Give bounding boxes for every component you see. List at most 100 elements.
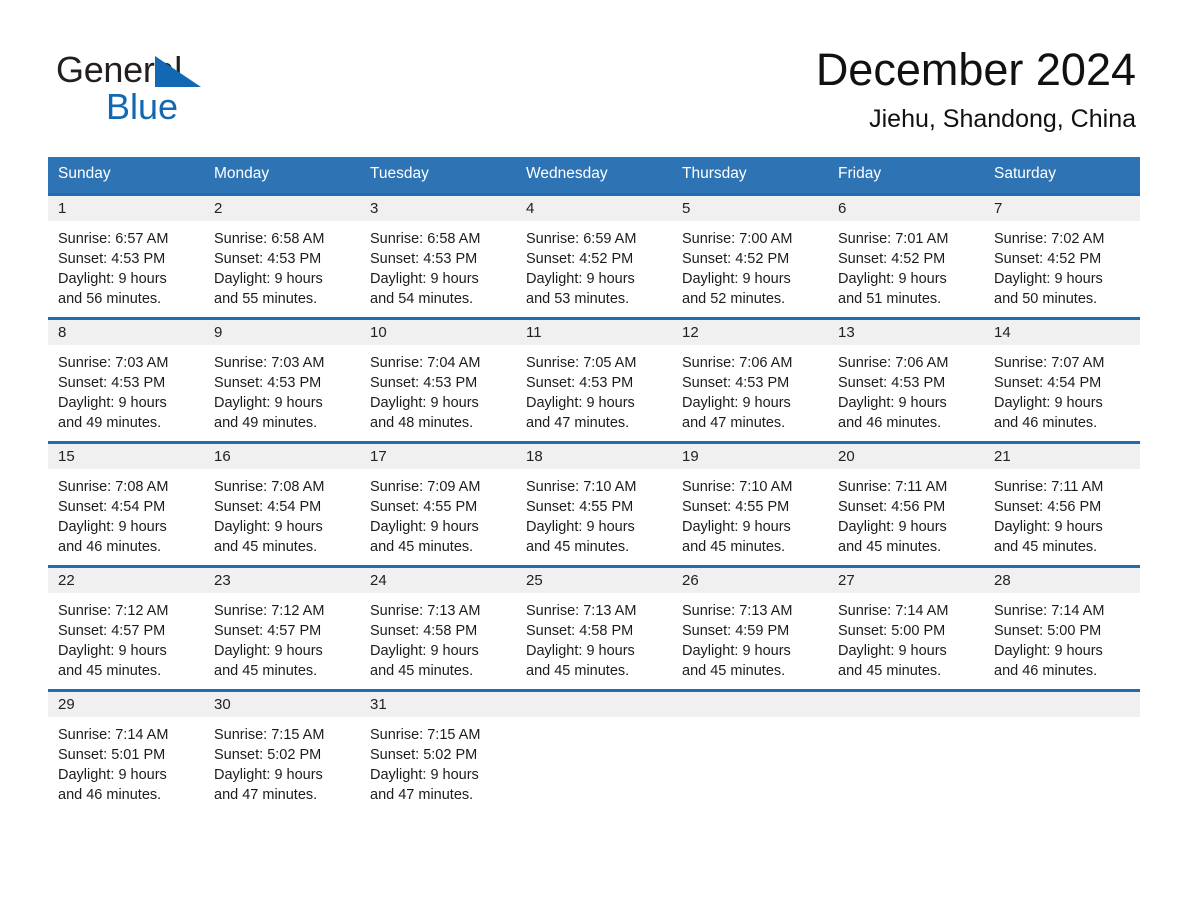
- day-number[interactable]: 29: [48, 692, 204, 717]
- day-cell[interactable]: Sunrise: 7:08 AM Sunset: 4:54 PM Daylight:…: [204, 469, 360, 565]
- day-cell[interactable]: Sunrise: 7:10 AM Sunset: 4:55 PM Daylight:…: [672, 469, 828, 565]
- day-number[interactable]: 18: [516, 444, 672, 469]
- sunrise-text: Sunrise: 7:03 AM: [214, 354, 325, 371]
- day-cell[interactable]: Sunrise: 7:11 AM Sunset: 4:56 PM Daylight:…: [984, 469, 1140, 565]
- day-number[interactable]: 25: [516, 568, 672, 593]
- daylight-text-line1: Daylight: 9 hours: [994, 394, 1103, 411]
- weekday-header-row: Sunday Monday Tuesday Wednesday Thursday…: [48, 157, 1140, 193]
- day-cell[interactable]: Sunrise: 7:10 AM Sunset: 4:55 PM Daylight:…: [516, 469, 672, 565]
- day-cell[interactable]: Sunrise: 7:05 AM Sunset: 4:53 PM Daylight:…: [516, 345, 672, 441]
- day-cell[interactable]: Sunrise: 7:12 AM Sunset: 4:57 PM Daylight:…: [204, 593, 360, 689]
- day-cell[interactable]: Sunrise: 7:15 AM Sunset: 5:02 PM Daylight:…: [204, 717, 360, 817]
- day-number[interactable]: 15: [48, 444, 204, 469]
- day-cell[interactable]: Sunrise: 7:13 AM Sunset: 4:58 PM Daylight:…: [360, 593, 516, 689]
- date-number-band: 1234567: [48, 195, 1140, 221]
- day-number-empty: [516, 692, 672, 717]
- day-cell-empty: [672, 717, 828, 817]
- sunset-text: Sunset: 4:55 PM: [682, 498, 790, 515]
- day-number[interactable]: 4: [516, 196, 672, 221]
- day-cell[interactable]: Sunrise: 7:11 AM Sunset: 4:56 PM Daylight:…: [828, 469, 984, 565]
- daylight-text-line1: Daylight: 9 hours: [58, 394, 167, 411]
- day-number[interactable]: 2: [204, 196, 360, 221]
- day-cell[interactable]: Sunrise: 7:02 AM Sunset: 4:52 PM Daylight:…: [984, 221, 1140, 317]
- daylight-text-line2: and 45 minutes.: [370, 538, 474, 555]
- day-number[interactable]: 17: [360, 444, 516, 469]
- sunset-text: Sunset: 4:52 PM: [526, 250, 634, 267]
- day-cell[interactable]: Sunrise: 7:03 AM Sunset: 4:53 PM Daylight:…: [204, 345, 360, 441]
- day-number[interactable]: 28: [984, 568, 1140, 593]
- day-number[interactable]: 19: [672, 444, 828, 469]
- day-number[interactable]: 7: [984, 196, 1140, 221]
- daylight-text-line2: and 45 minutes.: [526, 662, 630, 679]
- day-cell[interactable]: Sunrise: 7:06 AM Sunset: 4:53 PM Daylight:…: [672, 345, 828, 441]
- day-number[interactable]: 6: [828, 196, 984, 221]
- day-cell[interactable]: Sunrise: 7:00 AM Sunset: 4:52 PM Daylight:…: [672, 221, 828, 317]
- day-cell[interactable]: Sunrise: 7:03 AM Sunset: 4:53 PM Daylight:…: [48, 345, 204, 441]
- day-cell[interactable]: Sunrise: 7:13 AM Sunset: 4:58 PM Daylight:…: [516, 593, 672, 689]
- page-header: General Blue December 2024 Jiehu, Shando…: [0, 0, 1188, 134]
- day-cell[interactable]: Sunrise: 7:08 AM Sunset: 4:54 PM Daylight:…: [48, 469, 204, 565]
- sunrise-text: Sunrise: 7:03 AM: [58, 354, 169, 371]
- sunrise-text: Sunrise: 7:15 AM: [214, 726, 325, 743]
- sunrise-text: Sunrise: 7:10 AM: [682, 478, 793, 495]
- day-cell[interactable]: Sunrise: 7:14 AM Sunset: 5:01 PM Daylight:…: [48, 717, 204, 817]
- day-number[interactable]: 13: [828, 320, 984, 345]
- day-number[interactable]: 24: [360, 568, 516, 593]
- day-number[interactable]: 1: [48, 196, 204, 221]
- day-number[interactable]: 10: [360, 320, 516, 345]
- day-cell[interactable]: Sunrise: 7:09 AM Sunset: 4:55 PM Daylight:…: [360, 469, 516, 565]
- sunrise-text: Sunrise: 7:11 AM: [994, 478, 1104, 495]
- calendar-page: General Blue December 2024 Jiehu, Shando…: [0, 0, 1188, 918]
- daylight-text-line1: Daylight: 9 hours: [526, 394, 635, 411]
- day-number[interactable]: 11: [516, 320, 672, 345]
- generalblue-logo[interactable]: General Blue: [56, 44, 256, 125]
- day-number[interactable]: 14: [984, 320, 1140, 345]
- sunset-text: Sunset: 4:52 PM: [682, 250, 790, 267]
- day-detail-row: Sunrise: 7:12 AM Sunset: 4:57 PM Daylight:…: [48, 592, 1140, 689]
- sunrise-text: Sunrise: 7:10 AM: [526, 478, 637, 495]
- sunset-text: Sunset: 5:00 PM: [994, 622, 1102, 639]
- day-number[interactable]: 9: [204, 320, 360, 345]
- sunset-text: Sunset: 4:56 PM: [994, 498, 1102, 515]
- daylight-text-line2: and 56 minutes.: [58, 290, 162, 307]
- day-number[interactable]: 3: [360, 196, 516, 221]
- day-number[interactable]: 30: [204, 692, 360, 717]
- day-number[interactable]: 21: [984, 444, 1140, 469]
- sunset-text: Sunset: 5:02 PM: [214, 746, 322, 763]
- daylight-text-line1: Daylight: 9 hours: [58, 518, 167, 535]
- day-number[interactable]: 27: [828, 568, 984, 593]
- sunset-text: Sunset: 4:53 PM: [370, 250, 478, 267]
- day-number[interactable]: 8: [48, 320, 204, 345]
- day-number[interactable]: 20: [828, 444, 984, 469]
- sunrise-text: Sunrise: 7:04 AM: [370, 354, 481, 371]
- day-cell[interactable]: Sunrise: 7:14 AM Sunset: 5:00 PM Daylight:…: [828, 593, 984, 689]
- day-number[interactable]: 23: [204, 568, 360, 593]
- day-cell[interactable]: Sunrise: 6:58 AM Sunset: 4:53 PM Daylight:…: [204, 221, 360, 317]
- day-cell[interactable]: Sunrise: 7:06 AM Sunset: 4:53 PM Daylight:…: [828, 345, 984, 441]
- daylight-text-line2: and 53 minutes.: [526, 290, 630, 307]
- daylight-text-line2: and 45 minutes.: [370, 662, 474, 679]
- day-cell[interactable]: Sunrise: 7:01 AM Sunset: 4:52 PM Daylight:…: [828, 221, 984, 317]
- day-cell[interactable]: Sunrise: 6:58 AM Sunset: 4:53 PM Daylight:…: [360, 221, 516, 317]
- day-number[interactable]: 31: [360, 692, 516, 717]
- day-number[interactable]: 22: [48, 568, 204, 593]
- day-cell[interactable]: Sunrise: 7:15 AM Sunset: 5:02 PM Daylight:…: [360, 717, 516, 817]
- day-cell[interactable]: Sunrise: 6:59 AM Sunset: 4:52 PM Daylight:…: [516, 221, 672, 317]
- sunrise-text: Sunrise: 7:07 AM: [994, 354, 1105, 371]
- sunset-text: Sunset: 4:53 PM: [214, 250, 322, 267]
- daylight-text-line1: Daylight: 9 hours: [214, 394, 323, 411]
- sunrise-text: Sunrise: 7:14 AM: [838, 602, 949, 619]
- day-number-empty: [828, 692, 984, 717]
- day-cell[interactable]: Sunrise: 7:12 AM Sunset: 4:57 PM Daylight:…: [48, 593, 204, 689]
- day-cell[interactable]: Sunrise: 7:14 AM Sunset: 5:00 PM Daylight:…: [984, 593, 1140, 689]
- sunset-text: Sunset: 4:54 PM: [994, 374, 1102, 391]
- day-cell[interactable]: Sunrise: 7:07 AM Sunset: 4:54 PM Daylight:…: [984, 345, 1140, 441]
- day-cell[interactable]: Sunrise: 6:57 AM Sunset: 4:53 PM Daylight:…: [48, 221, 204, 317]
- daylight-text-line2: and 47 minutes.: [214, 786, 318, 803]
- day-number[interactable]: 26: [672, 568, 828, 593]
- day-number[interactable]: 12: [672, 320, 828, 345]
- day-number[interactable]: 16: [204, 444, 360, 469]
- day-cell[interactable]: Sunrise: 7:13 AM Sunset: 4:59 PM Daylight:…: [672, 593, 828, 689]
- day-number[interactable]: 5: [672, 196, 828, 221]
- day-cell[interactable]: Sunrise: 7:04 AM Sunset: 4:53 PM Daylight:…: [360, 345, 516, 441]
